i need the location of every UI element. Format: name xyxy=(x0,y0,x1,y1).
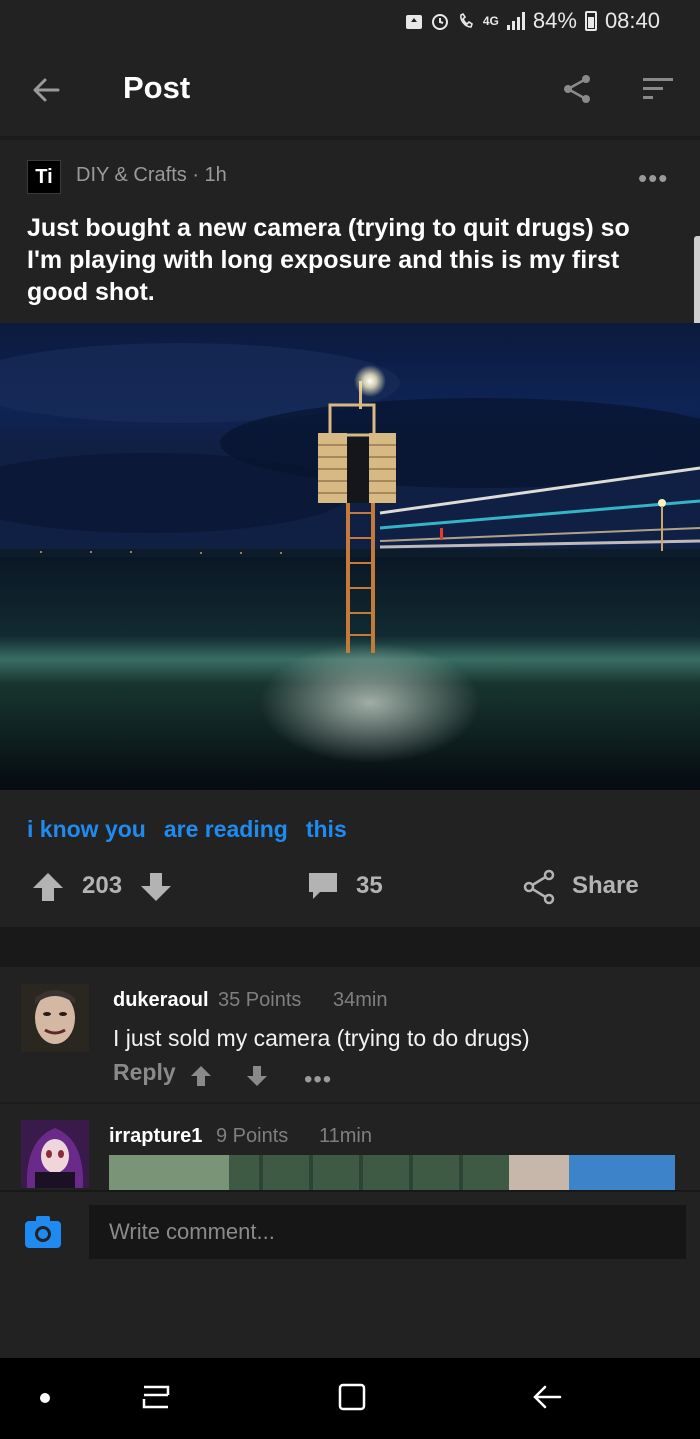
battery-percent: 84% xyxy=(532,8,577,33)
share-button[interactable]: Share xyxy=(572,872,639,900)
comment-image[interactable] xyxy=(109,1155,675,1190)
recycle-icon xyxy=(405,15,422,29)
share-icon[interactable] xyxy=(560,72,594,106)
back-icon[interactable] xyxy=(530,1381,564,1413)
divider xyxy=(0,136,700,140)
reply-button[interactable]: Reply xyxy=(113,1059,176,1086)
section-meta[interactable]: DIY & Crafts · 1h xyxy=(76,164,227,187)
downvote-icon[interactable] xyxy=(245,1064,269,1088)
tag[interactable]: i know you xyxy=(27,816,146,843)
divider xyxy=(0,1102,700,1104)
avatar[interactable] xyxy=(21,1120,89,1188)
comment-icon[interactable] xyxy=(306,870,340,902)
comment-count[interactable]: 35 xyxy=(356,872,383,900)
wifi-call-icon xyxy=(459,12,473,28)
tag-list: i know you are reading this xyxy=(27,816,347,843)
network-type: 4G xyxy=(482,14,499,28)
comment-points: 35 Points xyxy=(218,989,302,1011)
signal-icon xyxy=(506,12,525,30)
app-bar xyxy=(0,40,700,136)
comment-points: 9 Points xyxy=(216,1125,289,1147)
post-image[interactable] xyxy=(0,323,700,790)
camera-icon[interactable] xyxy=(24,1215,62,1249)
points-count: 203 xyxy=(82,872,123,899)
comment-username[interactable]: dukeraoul xyxy=(113,989,209,1012)
upvote-icon[interactable] xyxy=(31,871,65,903)
recent-apps-icon[interactable] xyxy=(140,1381,172,1413)
keyboard-dot-icon[interactable] xyxy=(40,1393,50,1403)
comment-text: I just sold my camera (trying to do drug… xyxy=(113,1025,530,1051)
tag[interactable]: this xyxy=(306,816,347,843)
back-arrow-icon[interactable] xyxy=(30,74,62,106)
section-icon[interactable]: Ti xyxy=(27,160,61,194)
clock: 08:40 xyxy=(604,8,660,33)
avatar[interactable] xyxy=(21,984,89,1052)
more-options-icon[interactable]: ••• xyxy=(638,163,668,194)
upvote-icon[interactable] xyxy=(189,1064,213,1088)
comment-username[interactable]: irrapture1 xyxy=(109,1125,202,1148)
downvote-icon[interactable] xyxy=(139,871,173,903)
alarm-icon xyxy=(431,14,448,30)
tag[interactable]: are reading xyxy=(164,816,288,843)
comment-input[interactable] xyxy=(89,1205,686,1259)
share-icon[interactable] xyxy=(522,869,556,905)
sort-icon[interactable] xyxy=(642,76,674,102)
post-title: Just bought a new camera (trying to quit… xyxy=(27,214,630,306)
home-icon[interactable] xyxy=(336,1381,368,1413)
status-icons: 4G 84% 08:40 xyxy=(405,6,660,36)
comment-time: 34min xyxy=(333,989,388,1011)
comment-time: 11min xyxy=(319,1125,372,1147)
page-title: Post xyxy=(123,70,191,105)
section-separator xyxy=(0,927,700,967)
battery-icon xyxy=(584,11,597,31)
more-options-icon[interactable]: ••• xyxy=(304,1066,332,1094)
